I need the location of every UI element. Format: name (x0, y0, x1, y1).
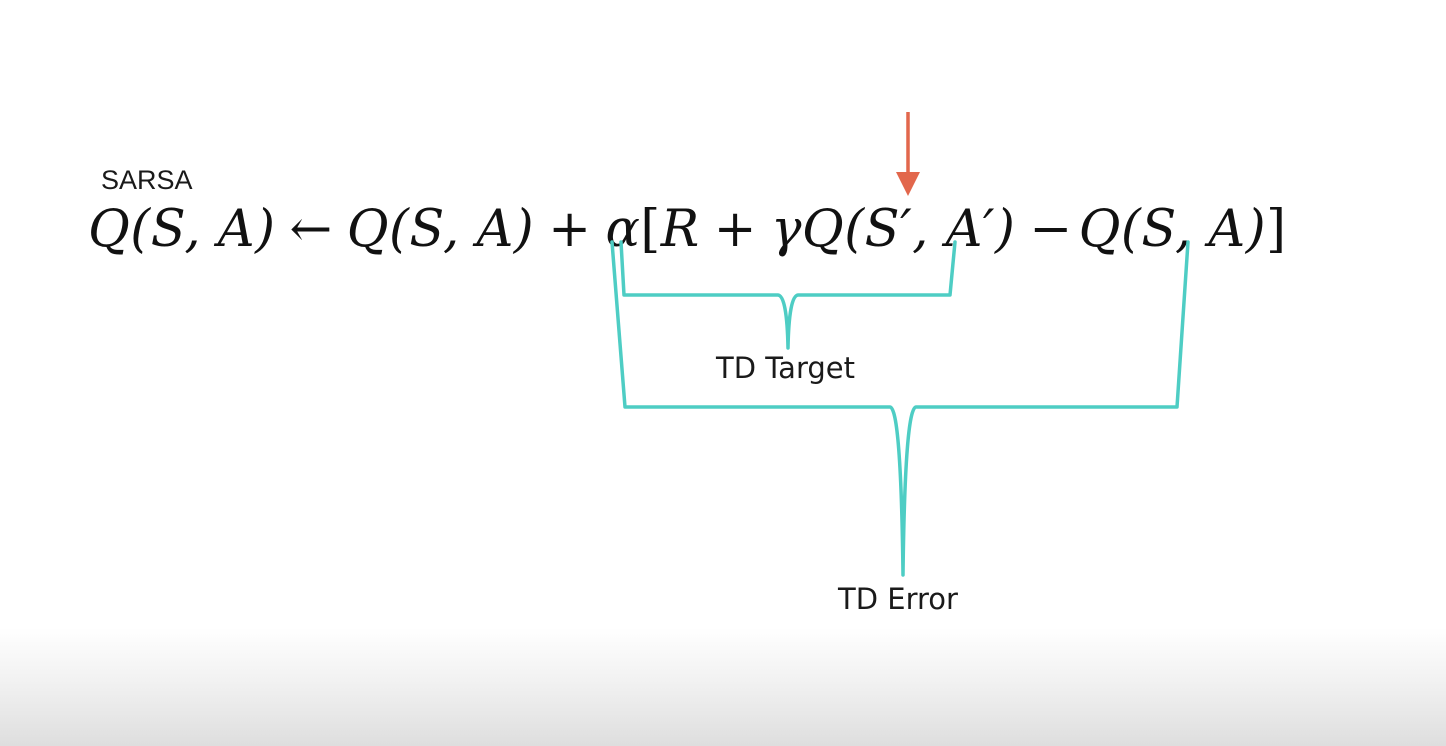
td-target-brace (619, 240, 957, 350)
td-error-label: TD Error (838, 582, 958, 616)
td-target-label: TD Target (716, 351, 855, 385)
down-arrow-icon (896, 112, 920, 196)
slide-canvas: SARSA Q(S, A) ← Q(S, A) + α[R + γQ(S′, A′) − Q(S… (0, 0, 1446, 746)
td-error-brace (610, 240, 1190, 577)
